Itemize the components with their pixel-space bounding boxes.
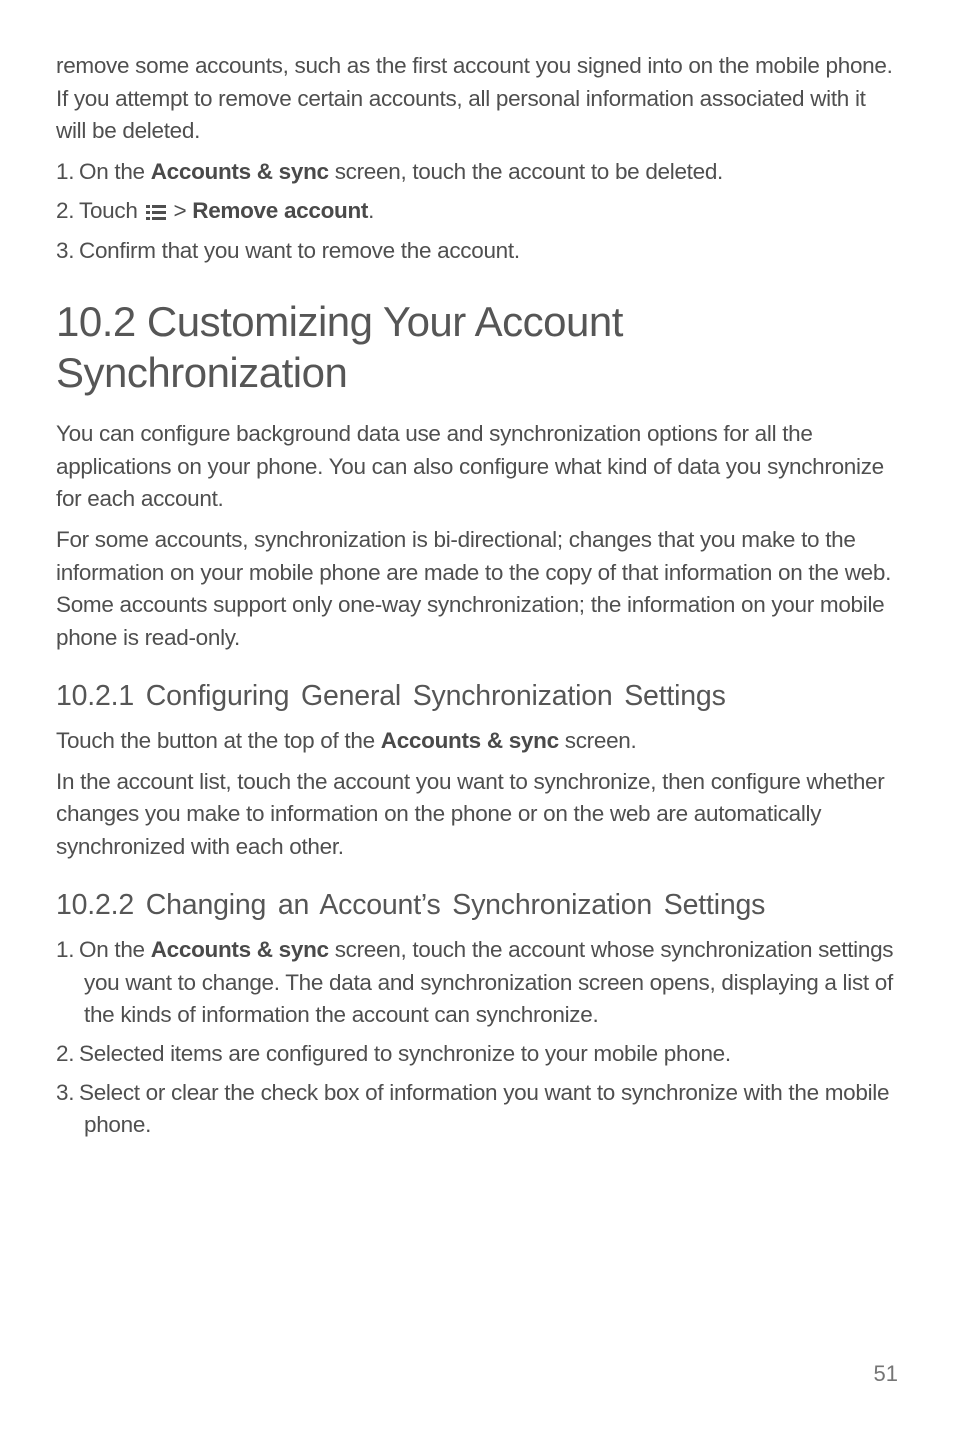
accounts-sync-label: Accounts & sync	[151, 937, 329, 962]
list-number: 2.	[56, 195, 79, 228]
menu-icon	[146, 197, 166, 230]
list-number: 2.	[56, 1038, 79, 1071]
list-number: 1.	[56, 156, 79, 189]
text: .	[368, 198, 374, 223]
sub1-paragraph-1: Touch the button at the top of the Accou…	[56, 725, 898, 758]
text: On the	[79, 937, 151, 962]
list-number: 3.	[56, 1077, 79, 1110]
step-2-remove-account: 2.Touch > Remove account.	[56, 195, 898, 230]
sub2-step-2: 2.Selected items are configured to synch…	[56, 1038, 898, 1071]
section-paragraph-1: You can configure background data use an…	[56, 418, 898, 516]
list-number: 1.	[56, 934, 79, 967]
page-container: remove some accounts, such as the first …	[0, 0, 954, 1429]
text: Selected items are configured to synchro…	[79, 1041, 731, 1066]
text: Touch the button at the top of the	[56, 728, 381, 753]
list-number: 3.	[56, 235, 79, 268]
text: screen.	[559, 728, 637, 753]
text: Select or clear the check box of informa…	[79, 1080, 889, 1138]
step-1-delete-account: 1.On the Accounts & sync screen, touch t…	[56, 156, 898, 189]
remove-account-label: Remove account	[192, 198, 368, 223]
accounts-sync-label: Accounts & sync	[151, 159, 329, 184]
text: On the	[79, 159, 151, 184]
section-paragraph-2: For some accounts, synchronization is bi…	[56, 524, 898, 655]
intro-paragraph: remove some accounts, such as the first …	[56, 50, 898, 148]
page-number: 51	[874, 1361, 898, 1387]
subsection-heading-10-2-2: 10.2.2 Changing an Account’s Synchroniza…	[56, 886, 898, 924]
text: Confirm that you want to remove the acco…	[79, 238, 520, 263]
sub2-step-3: 3.Select or clear the check box of infor…	[56, 1077, 898, 1142]
text: >	[168, 198, 193, 223]
text: Touch	[79, 198, 144, 223]
step-3-confirm: 3.Confirm that you want to remove the ac…	[56, 235, 898, 268]
accounts-sync-label: Accounts & sync	[381, 728, 559, 753]
sub1-paragraph-2: In the account list, touch the account y…	[56, 766, 898, 864]
section-heading-10-2: 10.2 Customizing Your Account Synchroniz…	[56, 296, 898, 398]
sub2-step-1: 1.On the Accounts & sync screen, touch t…	[56, 934, 898, 1032]
text: screen, touch the account to be deleted.	[329, 159, 723, 184]
subsection-heading-10-2-1: 10.2.1 Configuring General Synchronizati…	[56, 677, 898, 715]
